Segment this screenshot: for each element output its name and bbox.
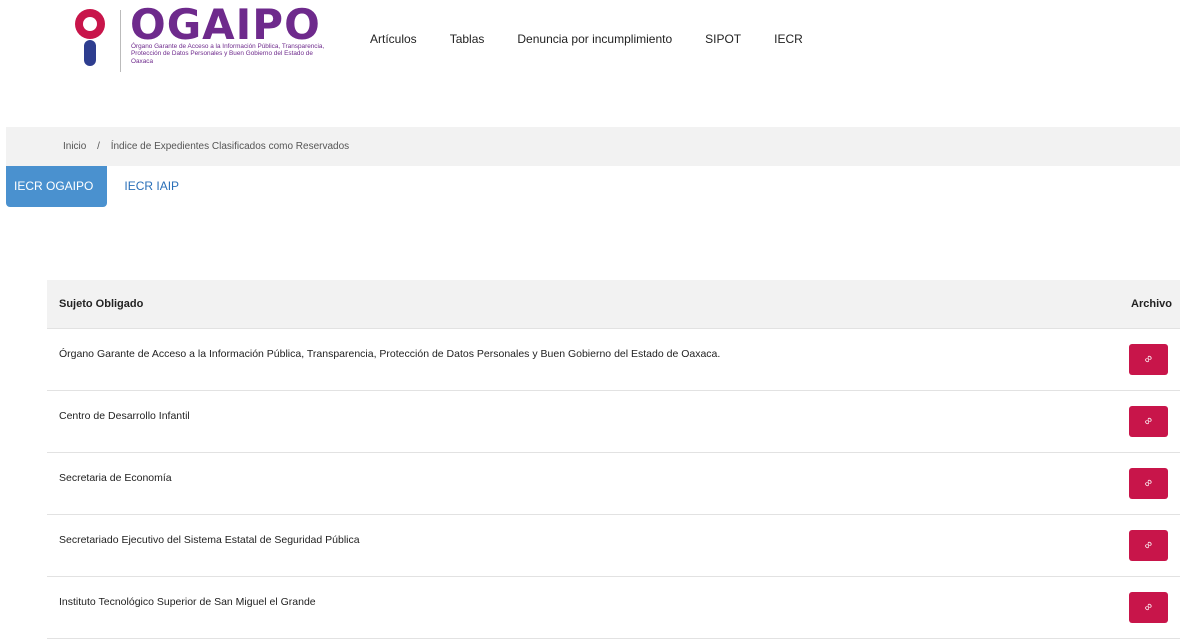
file-link-button[interactable]: ∞ [1129,530,1168,561]
link-icon: ∞ [1141,600,1156,615]
row-subject: Secretaria de Economía [59,472,172,484]
tab-bar: IECR OGAIPO IECR IAIP [6,166,192,207]
file-link-button[interactable]: ∞ [1129,344,1168,375]
iecr-table: Sujeto Obligado Archivo Órgano Garante d… [47,280,1180,639]
main-nav: Artículos Tablas Denuncia por incumplimi… [370,32,836,46]
row-subject: Secretariado Ejecutivo del Sistema Estat… [59,534,360,546]
breadcrumb-separator: / [97,141,100,152]
link-icon: ∞ [1141,538,1156,553]
breadcrumb: Inicio / Índice de Expedientes Clasifica… [6,127,1180,166]
nav-sipot[interactable]: SIPOT [705,32,741,46]
link-icon: ∞ [1141,414,1156,429]
ogaipo-logo[interactable]: OGAIPO Órgano Garante de Acceso a la Inf… [70,2,330,72]
info-person-icon [75,9,105,66]
row-subject: Instituto Tecnológico Superior de San Mi… [59,596,316,608]
nav-tablas[interactable]: Tablas [450,32,485,46]
tab-iecr-iaip[interactable]: IECR IAIP [107,166,192,207]
link-icon: ∞ [1141,352,1156,367]
nav-iecr[interactable]: IECR [774,32,803,46]
column-header-subject: Sujeto Obligado [59,298,144,310]
table-row: Centro de Desarrollo Infantil ∞ [47,391,1180,453]
breadcrumb-current: Índice de Expedientes Clasificados como … [110,141,350,152]
logo-wordmark: OGAIPO [130,0,321,49]
column-header-file: Archivo [1131,298,1172,310]
file-link-button[interactable]: ∞ [1129,592,1168,623]
file-link-button[interactable]: ∞ [1129,406,1168,437]
nav-denuncia[interactable]: Denuncia por incumplimiento [517,32,672,46]
logo-divider [120,10,121,72]
table-header: Sujeto Obligado Archivo [47,280,1180,329]
nav-articulos[interactable]: Artículos [370,32,417,46]
table-row: Secretaria de Economía ∞ [47,453,1180,515]
row-subject: Órgano Garante de Acceso a la Informació… [59,348,721,360]
table-row: Secretariado Ejecutivo del Sistema Estat… [47,515,1180,577]
logo-subtitle: Órgano Garante de Acceso a la Informació… [131,43,325,65]
file-link-button[interactable]: ∞ [1129,468,1168,499]
link-icon: ∞ [1141,476,1156,491]
table-row: Órgano Garante de Acceso a la Informació… [47,329,1180,391]
table-row: Instituto Tecnológico Superior de San Mi… [47,577,1180,639]
tab-iecr-ogaipo[interactable]: IECR OGAIPO [6,166,108,207]
site-header: OGAIPO Órgano Garante de Acceso a la Inf… [0,0,1180,90]
row-subject: Centro de Desarrollo Infantil [59,410,190,422]
breadcrumb-home[interactable]: Inicio [63,141,86,152]
